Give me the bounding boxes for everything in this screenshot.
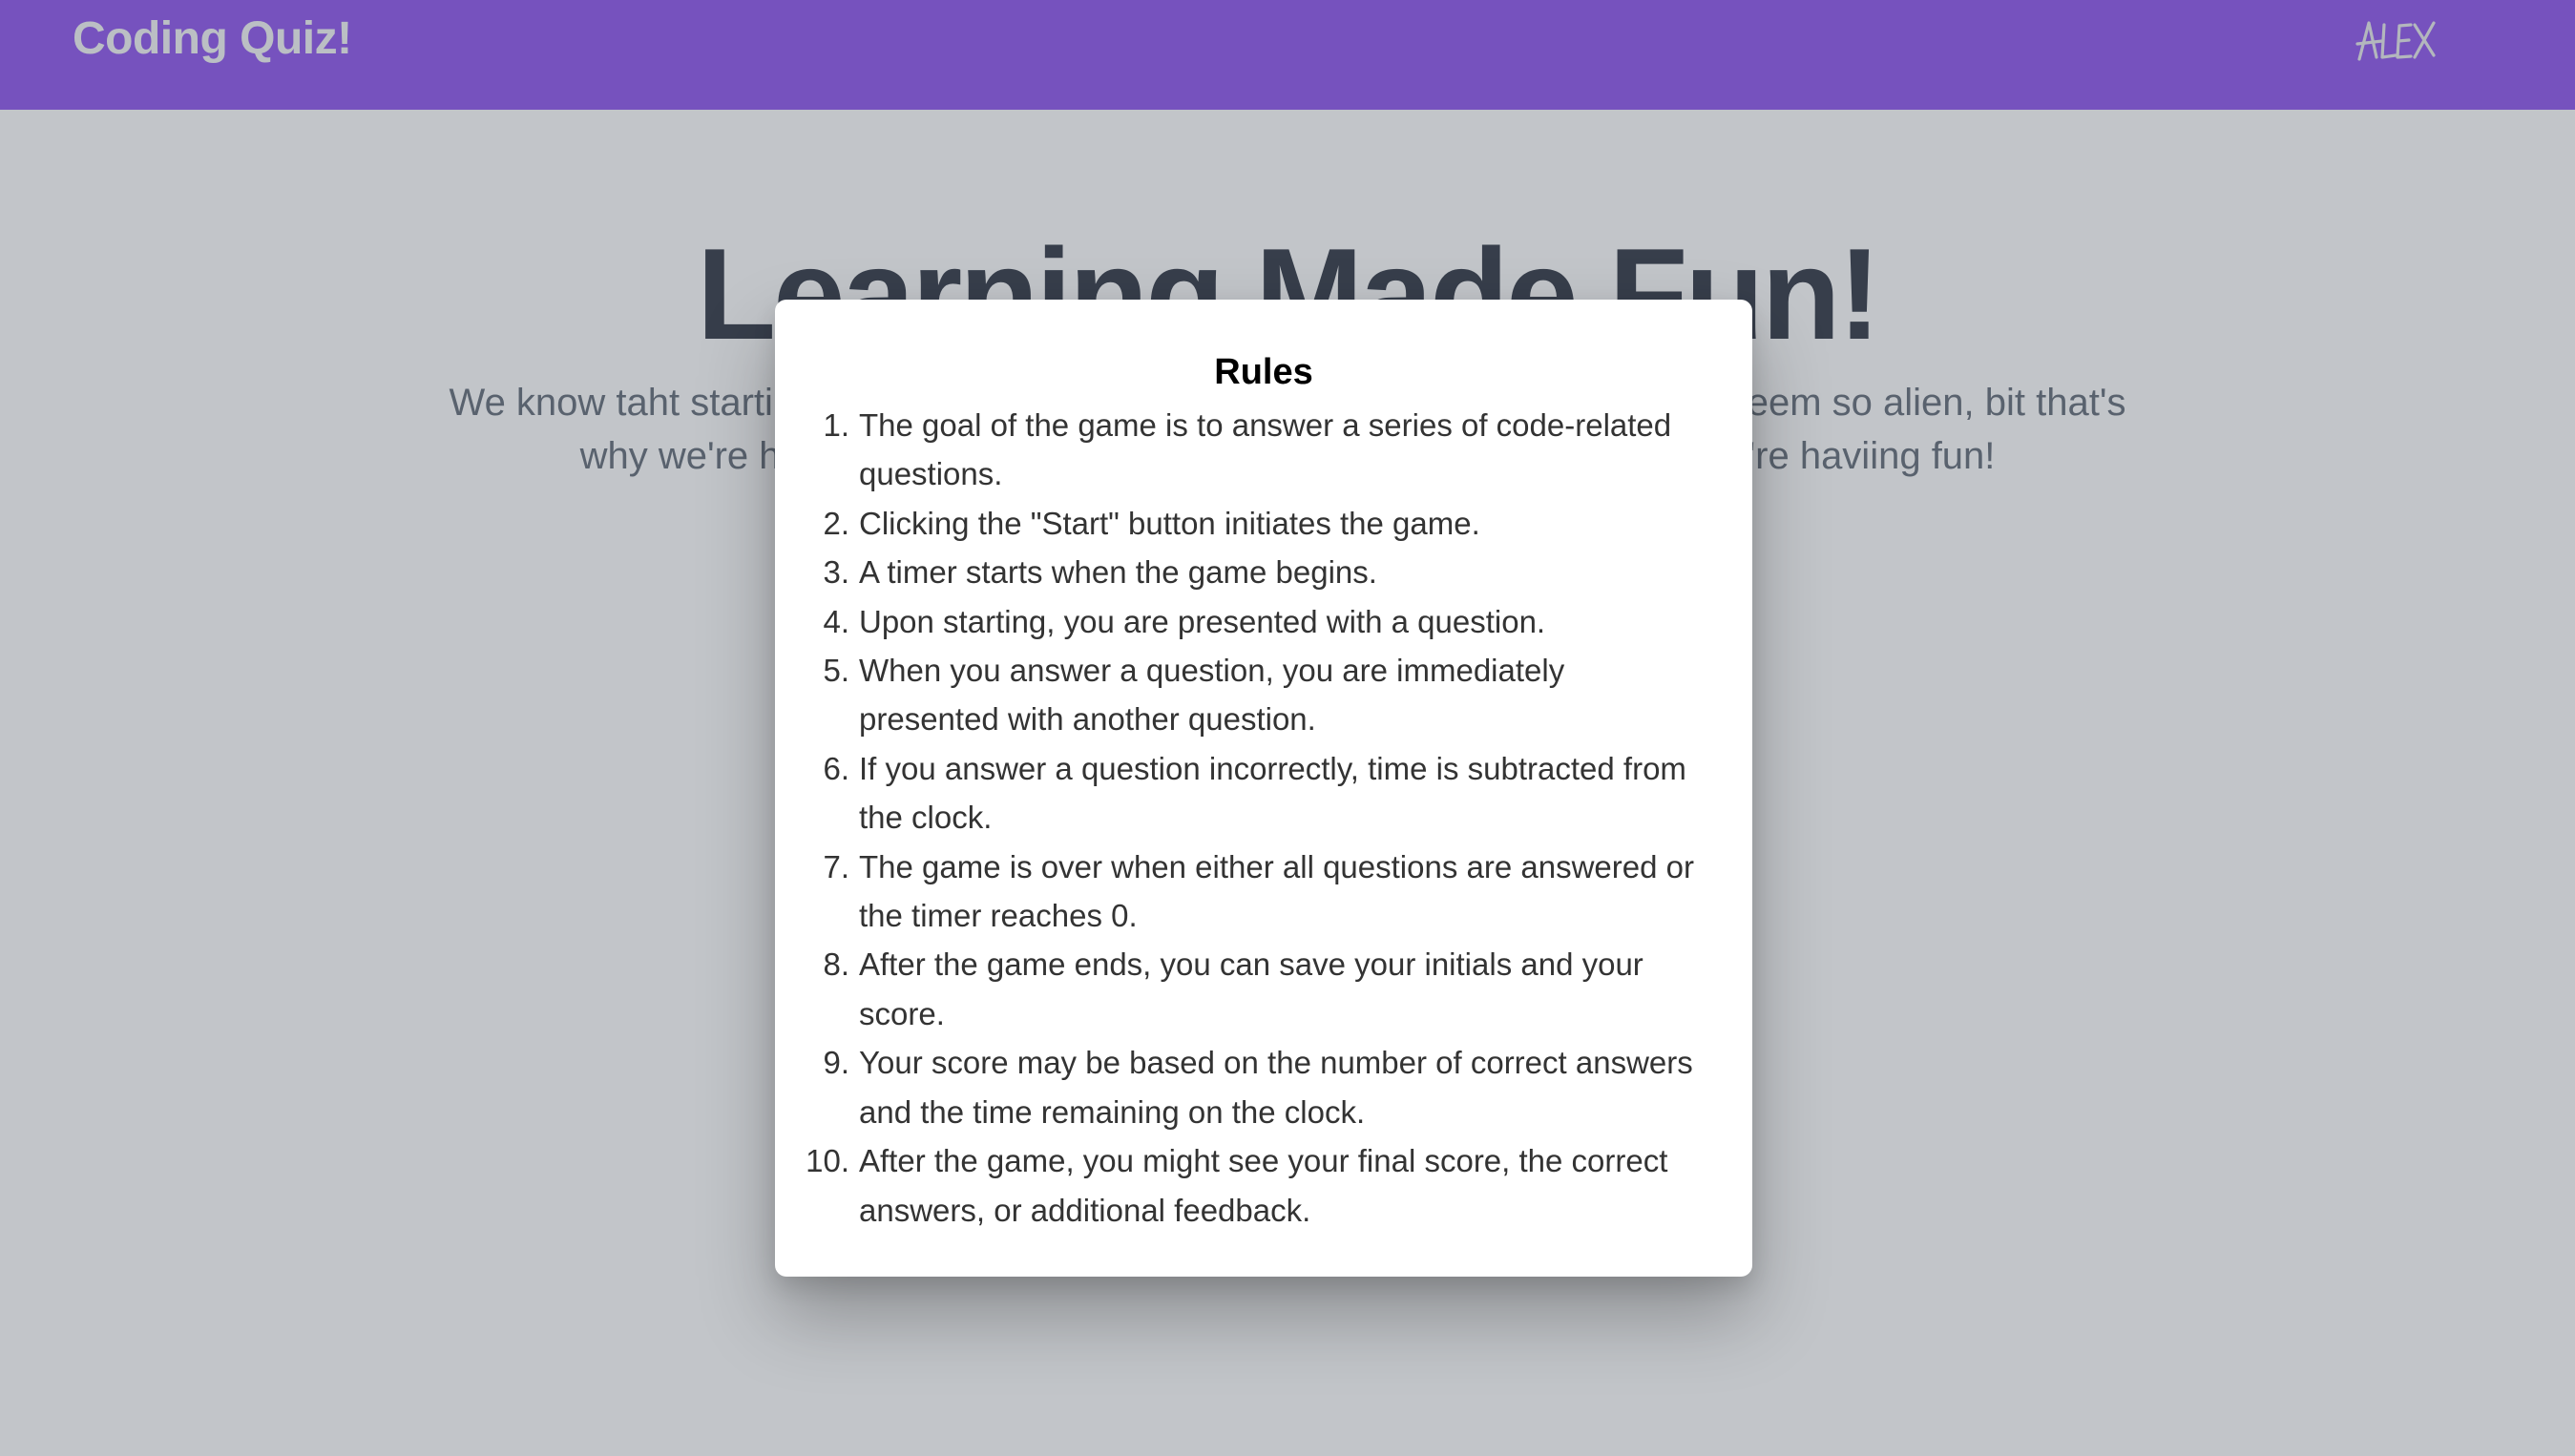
rule-number: 5. xyxy=(823,653,849,689)
rule-number: 3. xyxy=(823,554,849,591)
rule-item: 7. The game is over when either all quest… xyxy=(823,842,1708,941)
rule-text: After the game, you might see your final… xyxy=(859,1143,1668,1228)
rule-number: 9. xyxy=(823,1045,849,1081)
rule-text: The game is over when either all questio… xyxy=(859,848,1694,934)
rule-text: A timer starts when the game begins. xyxy=(859,554,1377,591)
rule-number: 7. xyxy=(823,848,849,884)
rule-text: If you answer a question incorrectly, ti… xyxy=(859,750,1686,836)
rule-number: 1. xyxy=(823,407,849,443)
rule-text: The goal of the game is to answer a seri… xyxy=(859,407,1672,492)
rule-text: Upon starting, you are presented with a … xyxy=(859,603,1546,639)
rule-number: 10. xyxy=(806,1143,849,1179)
rule-item: 8. After the game ends, you can save your… xyxy=(823,940,1708,1038)
rule-item: 4. Upon starting, you are presented with … xyxy=(823,597,1708,646)
rule-text: Clicking the "Start" button initiates th… xyxy=(859,505,1480,541)
rule-number: 2. xyxy=(823,505,849,541)
rule-item: 9. Your score may be based on the number … xyxy=(823,1038,1708,1136)
rule-item: 10. After the game, you might see your fi… xyxy=(806,1136,1708,1235)
rules-modal: Rules 1. The goal of the game is to answe… xyxy=(775,300,1752,1277)
rule-number: 6. xyxy=(823,750,849,786)
rule-number: 8. xyxy=(823,946,849,983)
rule-item: 1. The goal of the game is to answer a se… xyxy=(823,401,1708,499)
modal-title: Rules xyxy=(1214,352,1313,392)
rule-item: 5. When you answer a question, you are im… xyxy=(823,646,1708,744)
rule-number: 4. xyxy=(823,603,849,639)
rule-item: 3. A timer starts when the game begins. xyxy=(823,548,1708,596)
rule-text: When you answer a question, you are imme… xyxy=(859,653,1565,738)
rule-item: 6. If you answer a question incorrectly, … xyxy=(823,744,1708,842)
rule-text: Your score may be based on the number of… xyxy=(859,1045,1693,1130)
rule-item: 2. Clicking the "Start" button initiates … xyxy=(823,499,1708,548)
rule-text: After the game ends, you can save your i… xyxy=(859,946,1643,1031)
rules-list: 1. The goal of the game is to answer a se… xyxy=(806,401,1708,1235)
